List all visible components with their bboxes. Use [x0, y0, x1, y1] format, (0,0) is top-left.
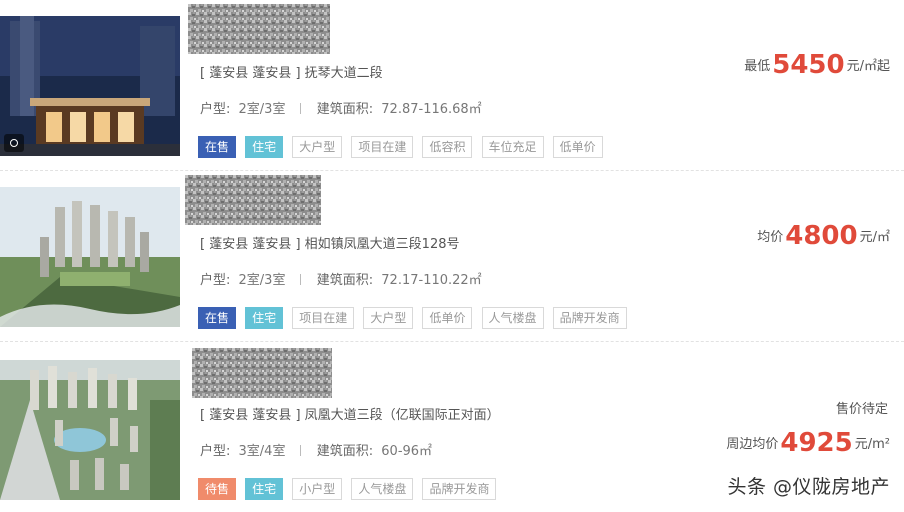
- listing-address[interactable]: [ 蓬安县 蓬安县 ] 相如镇凤凰大道三段128号: [200, 233, 460, 252]
- listing-thumbnail[interactable]: [0, 360, 180, 500]
- price-unit: 元/m²: [854, 437, 890, 452]
- tag-property-type: 住宅: [245, 136, 284, 158]
- price-block: 均价4800 元/㎡: [757, 221, 890, 251]
- listing-specs: 户型: 3室/4室 建筑面积: 60-96㎡: [200, 440, 432, 459]
- listing-thumbnail[interactable]: [0, 16, 180, 156]
- price-unit: 元/㎡起: [846, 59, 890, 74]
- tag: 品牌开发商: [552, 307, 627, 329]
- listing-specs: 户型: 2室/3室 建筑面积: 72.17-110.22㎡: [200, 269, 482, 288]
- tag: 低单价: [552, 136, 603, 158]
- tag: 大户型: [363, 307, 414, 329]
- tag: 低单价: [422, 307, 473, 329]
- divider: [299, 274, 301, 285]
- tag-sale-status: 在售: [198, 307, 237, 329]
- listing-specs: 户型: 2室/3室 建筑面积: 72.87-116.68㎡: [200, 98, 482, 117]
- tag: 项目在建: [351, 136, 414, 158]
- listing-card[interactable]: [ 蓬安县 蓬安县 ] 抚琴大道二段 户型: 2室/3室 建筑面积: 72.87…: [0, 0, 904, 171]
- area-value: 72.87-116.68㎡: [381, 102, 482, 117]
- tag-sale-status: 待售: [198, 478, 237, 500]
- tag: 项目在建: [292, 307, 355, 329]
- area-value: 60-96㎡: [381, 444, 433, 459]
- listing-address[interactable]: [ 蓬安县 蓬安县 ] 凤凰大道三段（亿联国际正对面）: [200, 404, 500, 423]
- tag: 大户型: [292, 136, 343, 158]
- listing-thumbnail[interactable]: [0, 187, 180, 327]
- tag: 人气楼盘: [481, 307, 544, 329]
- divider: [299, 103, 301, 114]
- layout-value: 2室/3室: [238, 273, 286, 288]
- price-prefix: 最低: [744, 59, 771, 74]
- listing-title-redacted: [185, 175, 321, 225]
- area-value: 72.17-110.22㎡: [381, 273, 482, 288]
- tag: 低容积: [422, 136, 473, 158]
- tag-list: 待售 住宅 小户型 人气楼盘 品牌开发商: [198, 478, 500, 500]
- tag: 人气楼盘: [351, 478, 414, 500]
- price-block: 周边均价4925 元/m²: [726, 428, 890, 458]
- tag-list: 在售 住宅 项目在建 大户型 低单价 人气楼盘 品牌开发商: [198, 307, 631, 329]
- price-block: 最低5450 元/㎡起: [744, 50, 890, 80]
- price-value: 4925: [780, 428, 853, 458]
- price-value: 5450: [772, 50, 845, 80]
- layout-label: 户型:: [200, 444, 231, 459]
- tag-sale-status: 在售: [198, 136, 237, 158]
- listing-title-redacted: [188, 4, 330, 54]
- price-status: 售价待定: [835, 402, 888, 417]
- divider: [299, 445, 301, 456]
- tag: 品牌开发商: [422, 478, 497, 500]
- tag: 车位充足: [481, 136, 544, 158]
- layout-label: 户型:: [200, 273, 231, 288]
- listing-title-redacted: [192, 348, 332, 398]
- tag-property-type: 住宅: [245, 307, 284, 329]
- layout-value: 3室/4室: [238, 444, 286, 459]
- price-unit: 元/㎡: [859, 230, 890, 245]
- price-prefix: 周边均价: [726, 437, 779, 452]
- listing-card[interactable]: [ 蓬安县 蓬安县 ] 相如镇凤凰大道三段128号 户型: 2室/3室 建筑面积…: [0, 171, 904, 342]
- layout-label: 户型:: [200, 102, 231, 117]
- area-label: 建筑面积:: [316, 273, 374, 288]
- watermark: 头条 @仪陇房地产: [727, 476, 890, 498]
- tag: 小户型: [292, 478, 343, 500]
- price-value: 4800: [785, 221, 858, 251]
- area-label: 建筑面积:: [316, 444, 374, 459]
- tag-property-type: 住宅: [245, 478, 284, 500]
- area-label: 建筑面积:: [316, 102, 374, 117]
- photo-icon: [4, 134, 24, 152]
- listing-address[interactable]: [ 蓬安县 蓬安县 ] 抚琴大道二段: [200, 62, 383, 81]
- layout-value: 2室/3室: [238, 102, 286, 117]
- price-prefix: 均价: [757, 230, 784, 245]
- tag-list: 在售 住宅 大户型 项目在建 低容积 车位充足 低单价: [198, 136, 607, 158]
